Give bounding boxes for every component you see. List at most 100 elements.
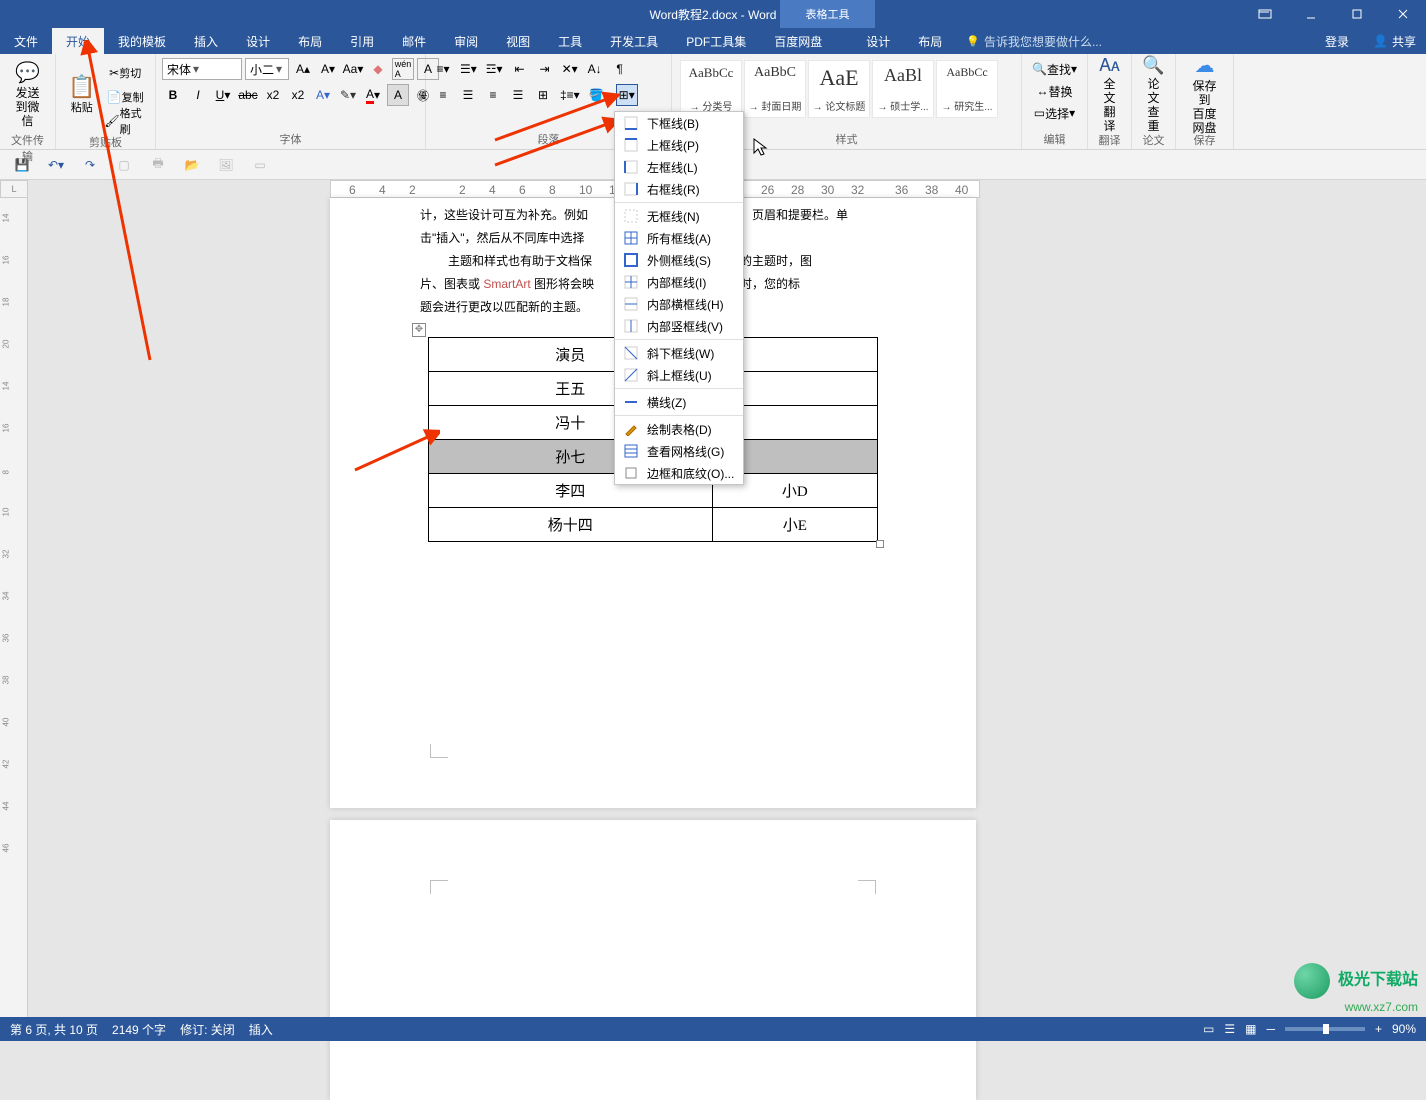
- zoom-in-icon[interactable]: +: [1375, 1022, 1382, 1036]
- table-cell[interactable]: 杨十四: [429, 508, 713, 542]
- login-button[interactable]: 登录: [1311, 28, 1363, 54]
- style-item-1[interactable]: AaBbC→ 封面日期: [744, 60, 806, 118]
- select-button[interactable]: ▭ 选择▾: [1028, 102, 1081, 124]
- italic-button[interactable]: I: [187, 84, 209, 106]
- border-menu-none[interactable]: 无框线(N): [615, 205, 743, 227]
- tab-pdf[interactable]: PDF工具集: [672, 28, 760, 54]
- tab-mailings[interactable]: 邮件: [388, 28, 440, 54]
- asian-layout-button[interactable]: ✕▾: [559, 58, 581, 80]
- new-icon[interactable]: ▢: [114, 155, 134, 175]
- border-menu-grid[interactable]: 查看网格线(G): [615, 440, 743, 462]
- table-row[interactable]: 杨十四小E: [429, 508, 878, 542]
- zoom-slider[interactable]: [1285, 1027, 1365, 1031]
- font-color-button[interactable]: A▾: [362, 84, 384, 106]
- page-2[interactable]: [330, 820, 976, 1100]
- tab-developer[interactable]: 开发工具: [596, 28, 672, 54]
- border-menu-diagup[interactable]: 斜上框线(U): [615, 364, 743, 386]
- highlight-button[interactable]: ✎▾: [337, 84, 359, 106]
- share-button[interactable]: 👤 共享: [1363, 28, 1426, 54]
- justify-button[interactable]: ☰: [507, 84, 529, 106]
- cut-button[interactable]: ✂ 剪切: [101, 62, 149, 84]
- border-menu-left[interactable]: 左框线(L): [615, 156, 743, 178]
- maximize-icon[interactable]: [1334, 0, 1380, 28]
- view-print-icon[interactable]: ☰: [1224, 1022, 1235, 1036]
- grow-font-button[interactable]: A▴: [292, 58, 314, 80]
- view-web-icon[interactable]: ▦: [1245, 1022, 1256, 1036]
- tab-baidu[interactable]: 百度网盘: [760, 28, 836, 54]
- shading-button[interactable]: 🪣▾: [586, 84, 613, 106]
- vertical-ruler[interactable]: 1416182014168103234363840424446: [0, 198, 28, 1017]
- tab-review[interactable]: 审阅: [440, 28, 492, 54]
- align-left-button[interactable]: ≡: [432, 84, 454, 106]
- border-menu-hline[interactable]: 横线(Z): [615, 391, 743, 413]
- distribute-button[interactable]: ⊞: [532, 84, 554, 106]
- table-resize-handle[interactable]: [876, 540, 884, 548]
- shrink-font-button[interactable]: A▾: [317, 58, 339, 80]
- style-item-4[interactable]: AaBbCc→ 研究生...: [936, 60, 998, 118]
- border-menu-outside[interactable]: 外侧框线(S): [615, 249, 743, 271]
- dec-indent-button[interactable]: ⇤: [509, 58, 531, 80]
- table-cell[interactable]: 小E: [712, 508, 877, 542]
- border-menu-diagdown[interactable]: 斜下框线(W): [615, 342, 743, 364]
- bullets-button[interactable]: ≡▾: [432, 58, 454, 80]
- clear-format-button[interactable]: ◆: [367, 58, 389, 80]
- print-icon[interactable]: 🖶: [148, 155, 168, 175]
- tab-references[interactable]: 引用: [336, 28, 388, 54]
- border-menu-draw[interactable]: 绘制表格(D): [615, 418, 743, 440]
- font-name-combo[interactable]: 宋体▾: [162, 58, 242, 80]
- text-effects-button[interactable]: A▾: [312, 84, 334, 106]
- find-button[interactable]: 🔍 查找▾: [1028, 58, 1081, 80]
- align-center-button[interactable]: ☰: [457, 84, 479, 106]
- border-menu-dlg[interactable]: 边框和底纹(O)...: [615, 462, 743, 484]
- superscript-button[interactable]: x2: [287, 84, 309, 106]
- ruler-corner[interactable]: L: [0, 180, 28, 198]
- numbering-button[interactable]: ☰▾: [457, 58, 480, 80]
- strike-button[interactable]: abc: [237, 84, 259, 106]
- tab-table-layout[interactable]: 布局: [904, 28, 956, 54]
- style-item-2[interactable]: AaE→ 论文标题: [808, 60, 870, 118]
- send-to-wechat-button[interactable]: 💬 发送到微信: [6, 58, 49, 130]
- status-words[interactable]: 2149 个字: [112, 1021, 166, 1038]
- view-read-icon[interactable]: ▭: [1203, 1022, 1214, 1036]
- change-case-button[interactable]: Aa▾: [342, 58, 364, 80]
- style-item-3[interactable]: AaBl→ 硕士学...: [872, 60, 934, 118]
- thesis-check-button[interactable]: 🔍 论文查重: [1138, 58, 1169, 130]
- replace-button[interactable]: ↔ 替换: [1028, 80, 1081, 102]
- format-painter-button[interactable]: 🖌 格式刷: [101, 110, 149, 132]
- status-mode[interactable]: 插入: [249, 1021, 273, 1038]
- open-icon[interactable]: 📂: [182, 155, 202, 175]
- show-marks-button[interactable]: ¶: [609, 58, 631, 80]
- tab-design[interactable]: 设计: [232, 28, 284, 54]
- table-move-handle[interactable]: ✥: [412, 323, 426, 337]
- save-baidu-button[interactable]: ☁ 保存到百度网盘: [1182, 58, 1227, 130]
- tab-table-design[interactable]: 设计: [852, 28, 904, 54]
- ribbon-opts-icon[interactable]: [1242, 0, 1288, 28]
- picture-icon[interactable]: 🖼: [216, 155, 236, 175]
- tab-home[interactable]: 开始: [52, 28, 104, 54]
- tab-tools[interactable]: 工具: [544, 28, 596, 54]
- font-size-combo[interactable]: 小二▾: [245, 58, 289, 80]
- borders-button[interactable]: ⊞▾: [616, 84, 638, 106]
- char-shading-button[interactable]: A: [387, 84, 409, 106]
- border-menu-bottom[interactable]: 下框线(B): [615, 112, 743, 134]
- status-page[interactable]: 第 6 页, 共 10 页: [10, 1021, 98, 1038]
- align-right-button[interactable]: ≡: [482, 84, 504, 106]
- tab-view[interactable]: 视图: [492, 28, 544, 54]
- zoom-out-icon[interactable]: ─: [1266, 1022, 1275, 1036]
- border-menu-top[interactable]: 上框线(P): [615, 134, 743, 156]
- phonetic-button[interactable]: wénA: [392, 58, 414, 80]
- border-menu-inside[interactable]: 内部框线(I): [615, 271, 743, 293]
- redo-icon[interactable]: ↷: [80, 155, 100, 175]
- zoom-level[interactable]: 90%: [1392, 1022, 1416, 1036]
- style-item-0[interactable]: AaBbCc→ 分类号: [680, 60, 742, 118]
- paste-button[interactable]: 📋 粘贴: [62, 58, 101, 130]
- border-menu-all[interactable]: 所有框线(A): [615, 227, 743, 249]
- translate-button[interactable]: 🗛 全文翻译: [1094, 58, 1125, 130]
- tell-me[interactable]: 💡 告诉我您想要做什么...: [956, 33, 1112, 50]
- tab-layout[interactable]: 布局: [284, 28, 336, 54]
- line-spacing-button[interactable]: ‡≡▾: [557, 84, 583, 106]
- close-icon[interactable]: [1380, 0, 1426, 28]
- undo-icon[interactable]: ↶▾: [46, 155, 66, 175]
- tab-templates[interactable]: 我的模板: [104, 28, 180, 54]
- tab-insert[interactable]: 插入: [180, 28, 232, 54]
